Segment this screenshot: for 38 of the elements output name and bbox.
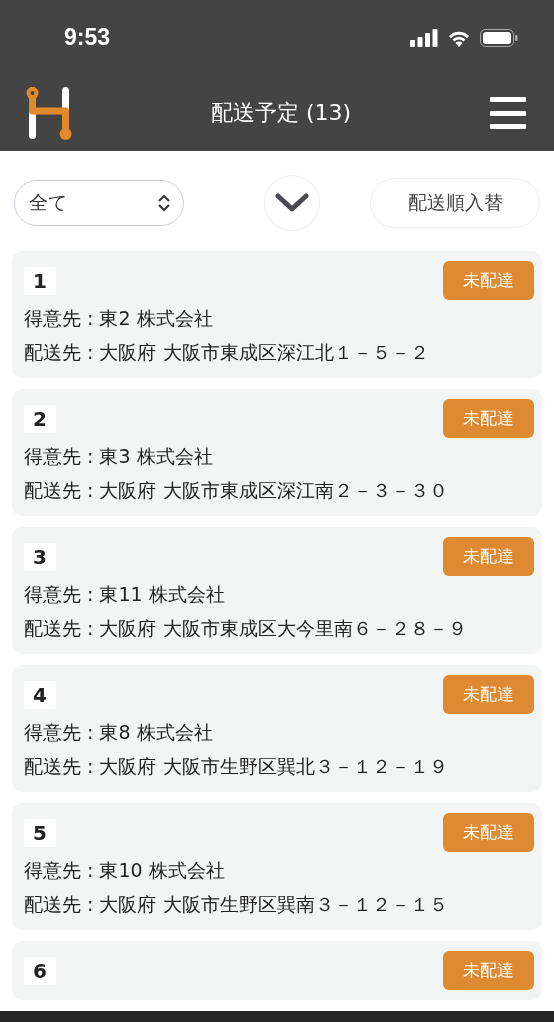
signal-icon — [410, 28, 438, 47]
delivery-card[interactable]: 3 未配達 得意先 : 東11 株式会社 配送先 : 大阪府 大阪市東成区大今里南６－２８－９ — [12, 527, 542, 654]
chevron-down-icon — [275, 193, 309, 213]
delivery-number: 1 — [24, 266, 56, 295]
status-badge: 未配達 — [443, 813, 534, 852]
battery-icon — [480, 28, 518, 47]
customer-text: 得意先 : 東2 株式会社 — [24, 306, 214, 331]
expand-button[interactable] — [264, 175, 320, 231]
delivery-number: 2 — [24, 404, 56, 433]
delivery-number: 6 — [24, 956, 56, 985]
customer-text: 得意先 : 東8 株式会社 — [24, 720, 214, 745]
delivery-card[interactable]: 1 未配達 得意先 : 東2 株式会社 配送先 : 大阪府 大阪市東成区深江北１－５－２ — [12, 251, 542, 378]
reorder-button[interactable]: 配送順入替 — [370, 178, 540, 228]
address-text: 配送先 : 大阪府 大阪市東成区深江北１－５－２ — [24, 340, 430, 365]
status-badge: 未配達 — [443, 399, 534, 438]
menu-icon[interactable] — [490, 97, 526, 129]
delivery-card[interactable]: 6 未配達 — [12, 941, 542, 1000]
logo-icon — [26, 85, 72, 141]
customer-text: 得意先 : 東3 株式会社 — [24, 444, 214, 469]
customer-text: 得意先 : 東11 株式会社 — [24, 582, 226, 607]
status-badge: 未配達 — [443, 675, 534, 714]
status-time: 9:53 — [64, 24, 111, 51]
header-title: 配送予定 (13) — [210, 99, 352, 127]
status-badge: 未配達 — [443, 537, 534, 576]
status-badge: 未配達 — [443, 261, 534, 300]
sort-icon — [157, 193, 171, 213]
delivery-card[interactable]: 2 未配達 得意先 : 東3 株式会社 配送先 : 大阪府 大阪市東成区深江南２－３－３０ — [12, 389, 542, 516]
delivery-number: 5 — [24, 818, 56, 847]
address-text: 配送先 : 大阪府 大阪市東成区深江南２－３－３０ — [24, 478, 449, 503]
address-text: 配送先 : 大阪府 大阪市東成区大今里南６－２８－９ — [24, 616, 468, 641]
address-text: 配送先 : 大阪府 大阪市生野区巽北３－１２－１９ — [24, 754, 449, 779]
address-text: 配送先 : 大阪府 大阪市生野区巽南３－１２－１５ — [24, 892, 449, 917]
delivery-number: 4 — [24, 680, 56, 709]
customer-text: 得意先 : 東10 株式会社 — [24, 858, 226, 883]
status-badge: 未配達 — [443, 951, 534, 990]
delivery-number: 3 — [24, 542, 56, 571]
delivery-card[interactable]: 4 未配達 得意先 : 東8 株式会社 配送先 : 大阪府 大阪市生野区巽北３－１２－１９ — [12, 665, 542, 792]
delivery-card[interactable]: 5 未配達 得意先 : 東10 株式会社 配送先 : 大阪府 大阪市生野区巽南３－１２－１５ — [12, 803, 542, 930]
